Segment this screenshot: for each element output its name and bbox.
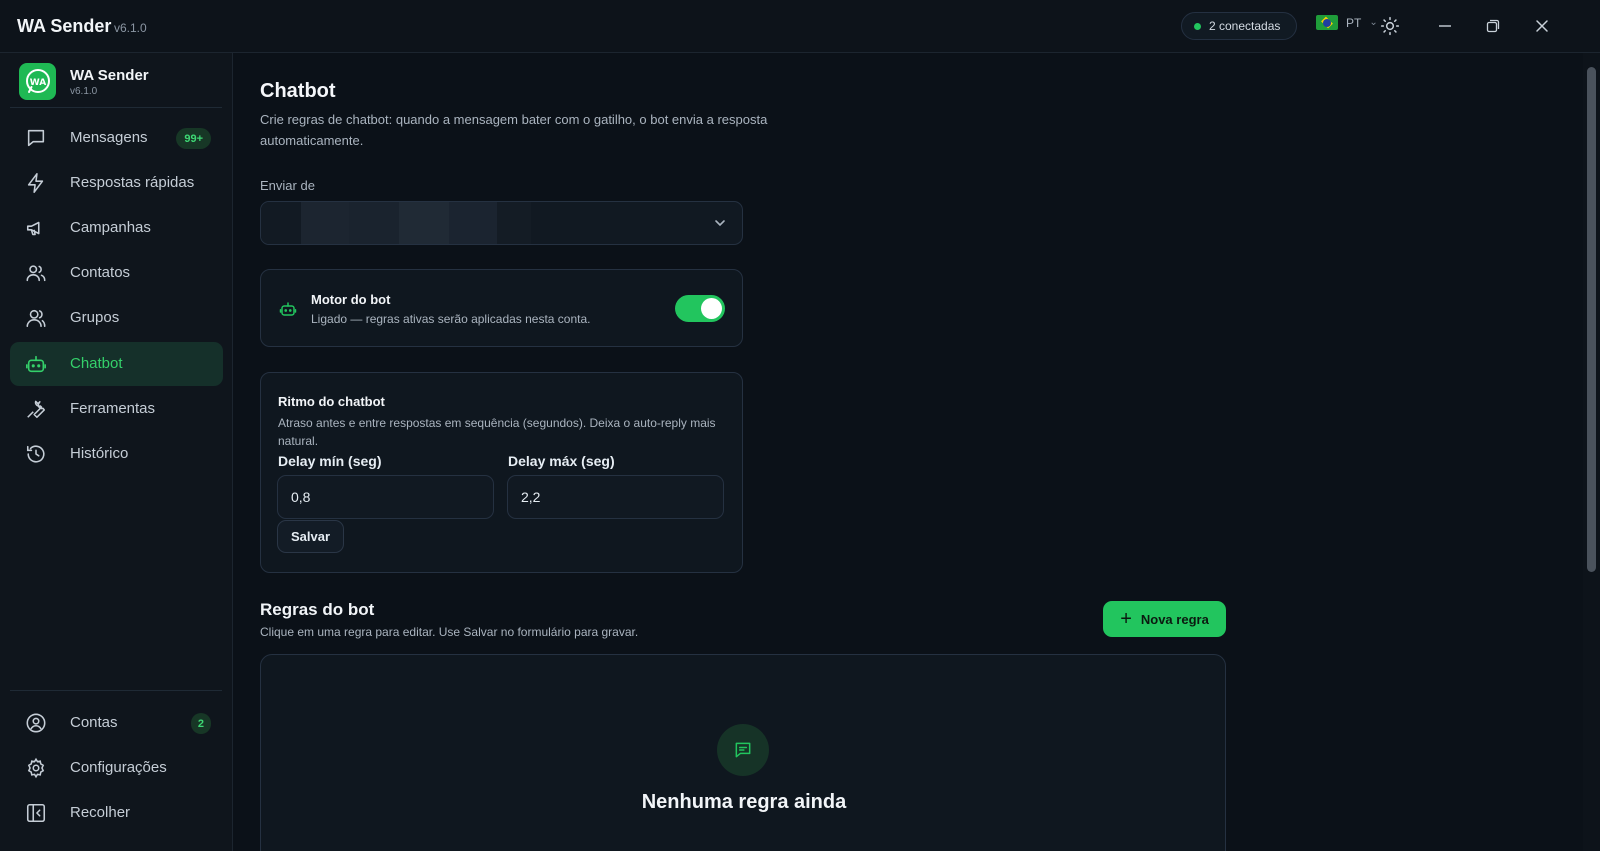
sidebar-item-label: Chatbot [70, 355, 123, 372]
message-square-icon [735, 742, 751, 758]
minimize-button[interactable] [1433, 14, 1457, 38]
minimize-icon [1439, 25, 1451, 27]
sidebar-item-ferramentas[interactable]: Ferramentas [10, 387, 223, 431]
save-button[interactable]: Salvar [277, 520, 345, 553]
redacted-area [301, 202, 349, 244]
sidebar-item-label: Grupos [70, 309, 120, 326]
bot-engine-toggle[interactable] [675, 295, 725, 322]
divider [10, 107, 222, 108]
scrollbar-thumb[interactable] [1587, 67, 1596, 572]
redacted-area [497, 202, 531, 244]
sidebar-item-contatos[interactable]: Contatos [10, 251, 223, 295]
chatbot-rhythm-card: Ritmo do chatbot Atraso antes e entre re… [260, 372, 743, 573]
sidebar-item-label: Contas [70, 714, 118, 731]
status-dot-icon [1194, 22, 1201, 30]
sidebar-item-label: Mensagens [70, 129, 148, 146]
sidebar-item-configuracoes[interactable]: Configurações [10, 746, 223, 790]
delay-min-label: Delay mín (seg) [278, 453, 382, 469]
sidebar-item-respostas-rapidas[interactable]: Respostas rápidas [10, 161, 223, 205]
chevron-down-icon [715, 220, 725, 227]
bot-engine-description: Ligado — regras ativas serão aplicadas n… [311, 312, 591, 326]
sidebar-item-recolher[interactable]: Recolher [10, 791, 223, 835]
delay-min-input[interactable]: 0,8 [277, 475, 494, 519]
scrollbar[interactable] [1583, 53, 1600, 851]
sidebar-item-historico[interactable]: Histórico [10, 432, 223, 476]
user-circle-icon [26, 713, 46, 733]
redacted-area [449, 202, 497, 244]
brand-name: WA Sender [70, 66, 149, 84]
app-version: v6.1.0 [114, 21, 147, 35]
page-subtitle: Crie regras de chatbot: quando a mensage… [260, 112, 768, 148]
close-button[interactable] [1530, 14, 1554, 38]
rules-empty-state: Nenhuma regra ainda [260, 654, 1226, 851]
sidebar-item-chatbot[interactable]: Chatbot [10, 342, 223, 386]
send-from-select[interactable] [260, 201, 743, 245]
brazil-flag-icon [1316, 15, 1338, 30]
maximize-button[interactable] [1481, 14, 1505, 38]
sidebar-item-label: Campanhas [70, 219, 151, 236]
sidebar-item-contas[interactable]: Contas 2 [10, 701, 223, 745]
sun-icon [1380, 16, 1400, 36]
connections-label: 2 conectadas [1209, 19, 1281, 33]
toggle-knob [701, 298, 722, 319]
megaphone-icon [26, 221, 40, 236]
page-title: Chatbot [260, 80, 336, 102]
brand: WA WA Sender v6.1.0 [19, 63, 149, 100]
send-from-label: Enviar de [260, 178, 315, 193]
gear-icon [27, 757, 45, 779]
empty-state-title: Nenhuma regra ainda [641, 791, 847, 813]
delay-max-label: Delay máx (seg) [508, 453, 615, 469]
chevron-down-icon: ⌄ [1369, 17, 1378, 28]
logo-text: WA [29, 78, 46, 88]
sidebar-item-label: Contatos [70, 264, 131, 281]
app-title: WA Sender [17, 16, 112, 36]
sidebar-item-label: Ferramentas [70, 400, 156, 417]
connections-status-button[interactable]: 2 conectadas [1181, 12, 1297, 40]
lightning-icon [27, 173, 44, 193]
rules-subtitle: Clique em uma regra para editar. Use Sal… [260, 625, 639, 639]
language-selector[interactable]: PT ⌄ [1316, 15, 1378, 30]
bot-icon [26, 355, 46, 373]
sidebar-item-grupos[interactable]: Grupos [10, 296, 223, 340]
sidebar-item-campanhas[interactable]: Campanhas [10, 206, 223, 250]
sidebar-item-label: Respostas rápidas [70, 174, 195, 191]
empty-state-icon-wrap [717, 724, 769, 776]
redacted-area [261, 202, 301, 244]
unread-badge: 99+ [176, 128, 211, 149]
theme-toggle-button[interactable] [1378, 14, 1402, 38]
main-content: Chatbot Crie regras de chatbot: quando a… [233, 53, 1583, 851]
group-icon [26, 309, 46, 328]
chat-bubble-icon [27, 129, 45, 147]
rhythm-title: Ritmo do chatbot [278, 394, 385, 409]
collapse-icon [26, 803, 46, 823]
whatsapp-logo-icon: WA [19, 63, 56, 100]
sidebar-item-label: Recolher [70, 804, 131, 821]
restore-icon [1486, 19, 1500, 33]
new-rule-label: Nova regra [1140, 611, 1209, 627]
rhythm-description: Atraso antes e entre respostas em sequên… [278, 416, 716, 448]
delay-max-input[interactable]: 2,2 [507, 475, 724, 519]
wrench-icon [27, 400, 46, 419]
brand-version: v6.1.0 [70, 85, 98, 97]
close-icon [1536, 20, 1548, 32]
redacted-area [349, 202, 399, 244]
rules-title: Regras do bot [260, 600, 375, 619]
bot-icon [279, 302, 297, 316]
language-code: PT [1346, 15, 1362, 30]
title-bar: WA Sender v6.1.0 2 conectadas PT ⌄ [0, 0, 1600, 53]
bot-engine-title: Motor do bot [311, 292, 391, 307]
accounts-badge: 2 [190, 713, 211, 734]
sidebar: WA WA Sender v6.1.0 Mensagens 99+ Respos… [0, 53, 233, 851]
sidebar-item-label: Histórico [70, 445, 129, 462]
users-icon [26, 265, 46, 282]
history-icon [26, 445, 45, 463]
redacted-area [399, 202, 449, 244]
new-rule-button[interactable]: + Nova regra [1103, 601, 1226, 637]
plus-icon: + [1120, 607, 1132, 630]
divider [10, 690, 222, 691]
bot-engine-card: Motor do bot Ligado — regras ativas serã… [260, 269, 743, 347]
sidebar-item-mensagens[interactable]: Mensagens 99+ [10, 116, 223, 160]
sidebar-item-label: Configurações [70, 759, 167, 776]
